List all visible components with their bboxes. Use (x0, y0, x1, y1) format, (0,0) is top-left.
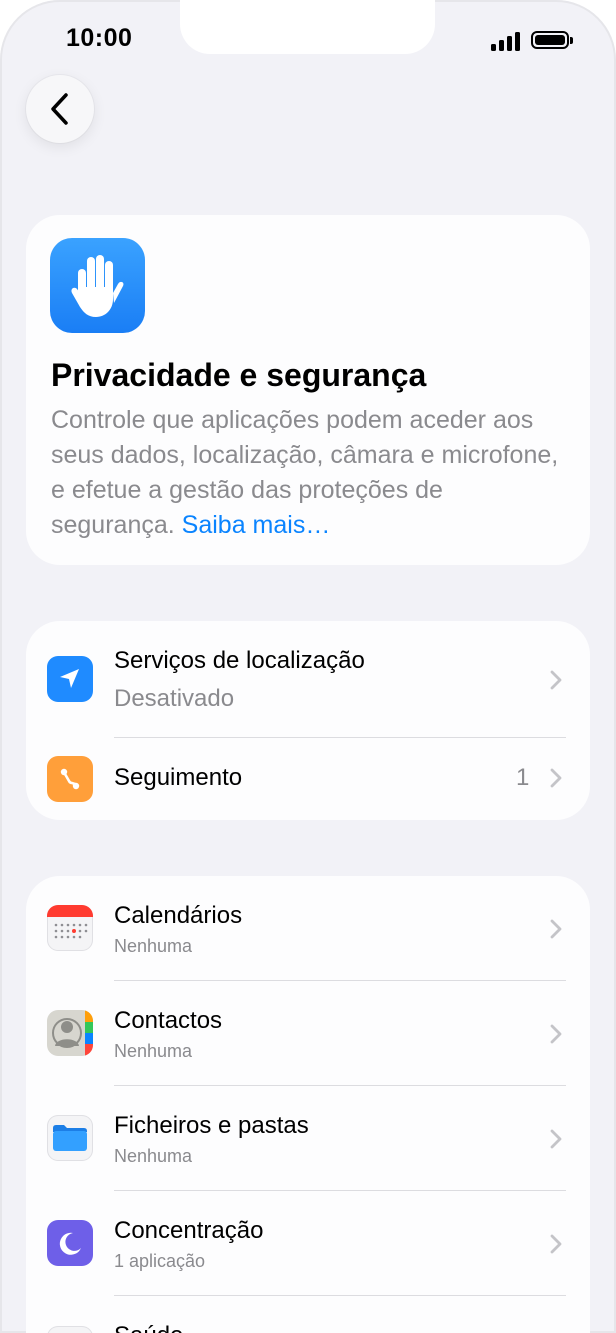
privacy-header-card: Privacidade e segurança Controle que apl… (26, 215, 590, 565)
row-subtitle: Desativado (114, 685, 235, 712)
page-title: Privacidade e segurança (51, 357, 427, 393)
row-title: Concentração (114, 1217, 264, 1244)
page-description: Controle que aplicações podem aceder aos… (51, 403, 571, 543)
row-title: Contactos (114, 1007, 223, 1034)
chevron-right-icon (550, 1129, 562, 1149)
moon-icon (47, 1220, 93, 1266)
row-subtitle: Nenhuma (114, 1041, 193, 1061)
battery-icon (531, 31, 573, 49)
app-permissions-group: Calendários Nenhuma Contactos Nenhuma Fi… (26, 876, 590, 1333)
chevron-right-icon (550, 1234, 562, 1254)
list-item-location-services[interactable]: Serviços de localização Desativado (26, 621, 590, 737)
learn-more-link[interactable]: Saiba mais… (182, 511, 331, 539)
row-title: Saúde (114, 1322, 183, 1333)
chevron-right-icon (550, 919, 562, 939)
chevron-right-icon (550, 1024, 562, 1044)
list-item-files-folders[interactable]: Ficheiros e pastas Nenhuma (26, 1086, 590, 1190)
signal-icon (491, 31, 523, 51)
contacts-icon (47, 1010, 93, 1056)
calendar-icon (47, 905, 93, 951)
row-subtitle: Nenhuma (114, 936, 193, 956)
list-item-calendars[interactable]: Calendários Nenhuma (26, 876, 590, 980)
hand-icon (50, 238, 145, 333)
folder-icon (47, 1115, 93, 1161)
list-item-tracking[interactable]: Seguimento 1 (26, 738, 590, 820)
location-tracking-group: Serviços de localização Desativado Segui… (26, 621, 590, 820)
row-title: Seguimento (114, 764, 243, 791)
row-subtitle: 1 aplicação (114, 1251, 206, 1271)
location-arrow-icon (47, 656, 93, 702)
chevron-right-icon (550, 768, 562, 788)
row-title: Calendários (114, 902, 243, 929)
list-item-contacts[interactable]: Contactos Nenhuma (26, 981, 590, 1085)
tracking-icon (47, 756, 93, 802)
chevron-left-icon (51, 93, 68, 125)
chevron-right-icon (550, 670, 562, 690)
row-subtitle: Nenhuma (114, 1146, 193, 1166)
phone-screen: 10:00 Privacidade e segurança Controle q… (0, 0, 616, 1333)
notch (180, 0, 435, 54)
tracking-count: 1 (516, 764, 530, 791)
row-title: Serviços de localização (114, 647, 365, 674)
status-time: 10:00 (66, 24, 133, 52)
back-button[interactable] (26, 75, 94, 143)
health-icon (47, 1326, 93, 1333)
list-item-focus[interactable]: Concentração 1 aplicação (26, 1191, 590, 1295)
row-title: Ficheiros e pastas (114, 1112, 309, 1139)
list-item-health[interactable]: Saúde (26, 1296, 590, 1333)
